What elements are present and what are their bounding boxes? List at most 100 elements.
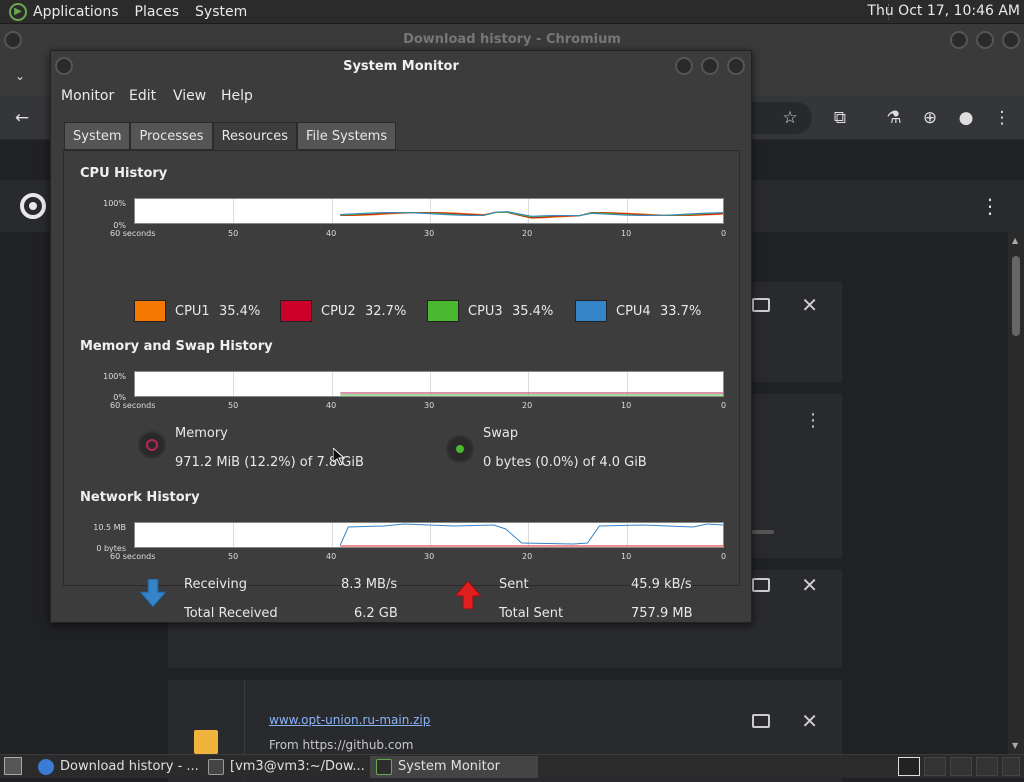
cpu1-value: 35.4% [219, 304, 261, 319]
taskbar-item-label: Download history - ... [60, 759, 199, 774]
network-history-graph [134, 522, 724, 548]
close-icon[interactable]: ✕ [801, 573, 818, 597]
profile-icon[interactable]: ● [954, 106, 978, 130]
download-file-link[interactable]: www.opt-union.ru-main.zip [269, 713, 430, 727]
system-monitor-title: System Monitor [343, 59, 459, 74]
cpu2-label: CPU2 [321, 304, 356, 319]
taskbar-item-label: System Monitor [398, 759, 501, 774]
sent-value: 45.9 kB/s [631, 577, 692, 592]
divider [168, 668, 842, 680]
resources-panel: CPU History 100% 0% 60 seconds 50 40 30 … [63, 150, 740, 621]
show-desktop-icon[interactable] [4, 757, 22, 775]
maximize-icon[interactable] [701, 57, 719, 75]
workspace-3[interactable] [950, 757, 972, 776]
network-xlabel: 40 [326, 552, 337, 561]
download-actions: ✕ [752, 573, 822, 598]
scroll-down-icon[interactable]: ▼ [1012, 741, 1018, 750]
scroll-up-icon[interactable]: ▲ [1012, 236, 1018, 245]
workspace-1[interactable] [898, 757, 920, 776]
network-xlabel: 0 [721, 552, 727, 561]
swap-label: Swap [483, 426, 519, 441]
scroll-thumb[interactable] [1012, 256, 1020, 336]
cpu4-label: CPU4 [616, 304, 651, 319]
labs-flask-icon[interactable]: ⚗ [882, 106, 906, 130]
total-sent-label: Total Sent [499, 606, 564, 621]
receiving-label: Receiving [184, 577, 248, 592]
sent-arrow-icon[interactable] [455, 581, 481, 609]
places-menu[interactable]: Places [135, 4, 180, 20]
close-icon[interactable]: ✕ [801, 709, 818, 733]
swap-pie-icon[interactable] [446, 435, 474, 463]
memory-history-graph [134, 371, 724, 397]
download-more-icon[interactable]: ⋮ [804, 410, 822, 431]
memory-ylabel-max: 100% [103, 372, 126, 381]
cpu-xlabel: 40 [326, 229, 337, 238]
network-xlabel: 50 [228, 552, 239, 561]
receiving-arrow-icon[interactable] [140, 579, 166, 607]
network-xlabel: 20 [522, 552, 533, 561]
cpu-ylabel-max: 100% [103, 199, 126, 208]
cpu1-label: CPU1 [175, 304, 210, 319]
workspace-4[interactable] [976, 757, 998, 776]
cpu-xlabel: 10 [621, 229, 632, 238]
workspace-2[interactable] [924, 757, 946, 776]
taskbar-item-terminal[interactable]: [vm3@vm3:~/Dow... [202, 756, 368, 778]
minimize-icon[interactable] [675, 57, 693, 75]
view-menu[interactable]: View [173, 88, 206, 104]
system-monitor-window: System Monitor Monitor Edit View Help Sy… [50, 50, 752, 623]
system-menu[interactable]: System [195, 4, 247, 20]
graph-plot [339, 523, 723, 547]
taskbar-item-chromium[interactable]: Download history - ... [32, 756, 200, 778]
tab-search-icon[interactable]: ⌄ [8, 64, 32, 88]
graph-plot [340, 392, 723, 396]
chrome-menu-icon[interactable]: ⋮ [990, 106, 1014, 130]
cpu2-value: 32.7% [365, 304, 407, 319]
edit-menu[interactable]: Edit [129, 88, 156, 104]
tab-resources[interactable]: Resources [212, 122, 297, 150]
memory-label: Memory [175, 426, 228, 441]
tab-processes[interactable]: Processes [130, 122, 213, 150]
taskbar-item-label: [vm3@vm3:~/Dow... [230, 759, 365, 774]
folder-icon[interactable] [752, 578, 770, 592]
tab-file-systems[interactable]: File Systems [296, 122, 397, 150]
system-monitor-titlebar[interactable]: System Monitor [51, 51, 751, 83]
memory-xlabel: 50 [228, 401, 239, 410]
cpu2-color-swatch[interactable] [280, 300, 312, 322]
applications-menu-icon[interactable]: ▶ [9, 2, 27, 21]
close-icon[interactable] [1002, 31, 1020, 49]
network-xlabel: 60 seconds [110, 552, 156, 561]
taskbar-item-system-monitor[interactable]: System Monitor [370, 756, 538, 778]
chromium-window-title: Download history - Chromium [403, 32, 621, 47]
memory-xlabel: 10 [621, 401, 632, 410]
extensions-icon[interactable]: ⧉ [828, 106, 852, 130]
downloads-icon[interactable]: ⊕ [918, 106, 942, 130]
trash-icon[interactable] [1002, 757, 1020, 776]
memory-xlabel: 60 seconds [110, 401, 156, 410]
cpu1-color-swatch[interactable] [134, 300, 166, 322]
monitor-menu[interactable]: Monitor [61, 88, 114, 104]
close-icon[interactable]: ✕ [801, 293, 818, 317]
clock[interactable]: Thu Oct 17, 10:46 AM [867, 3, 1020, 19]
swap-value: 0 bytes (0.0%) of 4.0 GiB [483, 455, 647, 470]
minimize-icon[interactable] [950, 31, 968, 49]
network-history-title: Network History [80, 490, 200, 505]
downloads-more-icon[interactable]: ⋮ [980, 194, 1000, 218]
memory-xlabel: 40 [326, 401, 337, 410]
folder-icon[interactable] [752, 714, 770, 728]
mouse-cursor-icon [333, 448, 345, 466]
folder-icon[interactable] [752, 298, 770, 312]
bookmark-star-icon[interactable]: ☆ [778, 106, 802, 130]
download-actions: ✕ [752, 293, 822, 318]
page-scrollbar[interactable]: ▲ ▼ [1008, 232, 1024, 754]
cpu-xlabel: 60 seconds [110, 229, 156, 238]
back-icon[interactable]: ← [10, 106, 34, 130]
help-menu[interactable]: Help [221, 88, 253, 104]
tab-system[interactable]: System [64, 122, 131, 150]
cpu4-color-swatch[interactable] [575, 300, 607, 322]
cpu3-color-swatch[interactable] [427, 300, 459, 322]
maximize-icon[interactable] [976, 31, 994, 49]
applications-menu[interactable]: Applications [33, 4, 119, 20]
memory-pie-icon[interactable] [138, 431, 166, 459]
close-icon[interactable] [727, 57, 745, 75]
system-monitor-icon [376, 759, 392, 775]
